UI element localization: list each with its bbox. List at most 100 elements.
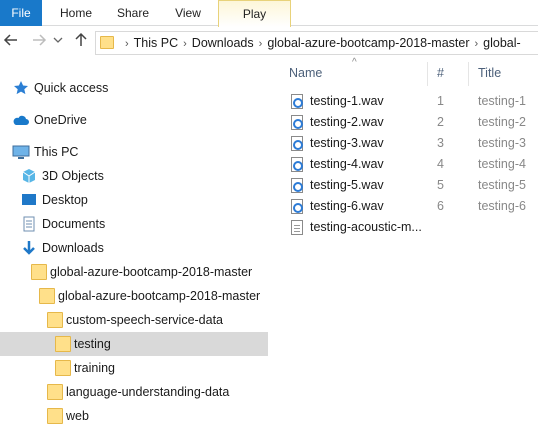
up-arrow-icon[interactable]	[72, 32, 90, 52]
breadcrumb-item[interactable]: This PC	[134, 36, 178, 50]
chevron-right-icon[interactable]: ›	[183, 33, 187, 54]
nav-label: Downloads	[42, 241, 104, 255]
nav-item-web[interactable]: web	[0, 404, 270, 428]
nav-label: Documents	[42, 217, 106, 231]
file-row[interactable]: testing-6.wav 6 testing-6	[270, 196, 538, 217]
nav-item-folder[interactable]: global-azure-bootcamp-2018-master	[0, 260, 270, 284]
file-name: testing-6.wav	[310, 199, 384, 213]
nav-label: Desktop	[42, 193, 88, 207]
column-divider[interactable]	[427, 62, 428, 86]
audio-file-icon	[291, 136, 303, 151]
folder-icon	[39, 288, 55, 304]
nav-label: testing	[74, 337, 111, 351]
file-title: testing-6	[478, 199, 526, 213]
tab-home[interactable]: Home	[48, 0, 104, 26]
desktop-icon	[21, 192, 37, 208]
file-name: testing-acoustic-m...	[310, 220, 422, 234]
file-row[interactable]: testing-2.wav 2 testing-2	[270, 112, 538, 133]
file-number: 5	[437, 178, 444, 192]
file-name: testing-2.wav	[310, 115, 384, 129]
nav-label: language-understanding-data	[66, 385, 230, 399]
file-row[interactable]: testing-1.wav 1 testing-1	[270, 91, 538, 112]
tab-play[interactable]: Play	[218, 0, 291, 27]
nav-item-downloads[interactable]: Downloads	[0, 236, 270, 260]
audio-file-icon	[291, 94, 303, 109]
navigation-pane: Quick access OneDrive This PC 3D Objects…	[0, 62, 270, 431]
chevron-right-icon[interactable]: ›	[475, 33, 479, 54]
nav-label: custom-speech-service-data	[66, 313, 224, 327]
cube-icon	[21, 168, 37, 184]
file-name: testing-5.wav	[310, 178, 384, 192]
folder-icon	[100, 36, 114, 49]
chevron-right-icon: ›	[125, 38, 129, 50]
file-title: testing-4	[478, 157, 526, 171]
nav-label: Quick access	[34, 81, 109, 95]
nav-item-folder[interactable]: language-understanding-data	[0, 380, 270, 404]
star-icon	[13, 80, 29, 96]
column-header-name[interactable]: Name	[289, 58, 429, 88]
file-row[interactable]: testing-4.wav 4 testing-4	[270, 154, 538, 175]
chevron-right-icon[interactable]: ›	[259, 33, 263, 54]
document-icon	[21, 216, 37, 232]
breadcrumb-item[interactable]: Downloads	[192, 36, 254, 50]
computer-icon	[12, 144, 30, 160]
audio-file-icon	[291, 115, 303, 130]
address-bar[interactable]: › This PC › Downloads › global-azure-bootcamp…	[95, 31, 538, 55]
folder-icon	[47, 408, 63, 424]
file-number: 4	[437, 157, 444, 171]
download-arrow-icon	[21, 240, 37, 256]
audio-file-icon	[291, 178, 303, 193]
nav-item-this-pc[interactable]: This PC	[0, 140, 270, 164]
back-arrow-icon[interactable]	[2, 32, 20, 52]
navigation-bar: › This PC › Downloads › global-azure-bootcamp…	[0, 27, 538, 59]
file-number: 1	[437, 94, 444, 108]
file-name: testing-4.wav	[310, 157, 384, 171]
chevron-down-icon[interactable]	[52, 32, 64, 52]
text-file-icon	[291, 220, 303, 235]
breadcrumb-item[interactable]: global-azure-bootcamp-2018-master	[267, 36, 469, 50]
breadcrumb: › This PC › Downloads › global-azure-bootcamp…	[120, 32, 521, 54]
nav-label: global-azure-bootcamp-2018-master	[58, 289, 261, 303]
nav-item-quick-access[interactable]: Quick access	[0, 76, 270, 100]
nav-item-folder[interactable]: global-azure-bootcamp-2018-master	[0, 284, 270, 308]
folder-icon	[55, 336, 71, 352]
file-number: 6	[437, 199, 444, 213]
file-number: 2	[437, 115, 444, 129]
tab-view[interactable]: View	[163, 0, 213, 26]
nav-item-folder[interactable]: custom-speech-service-data	[0, 308, 270, 332]
folder-icon	[47, 384, 63, 400]
file-title: testing-5	[478, 178, 526, 192]
nav-label: This PC	[34, 145, 79, 159]
nav-label: web	[66, 409, 89, 423]
tab-share[interactable]: Share	[108, 0, 158, 26]
forward-arrow-icon[interactable]	[30, 32, 48, 52]
nav-item-desktop[interactable]: Desktop	[0, 188, 270, 212]
nav-item-training[interactable]: training	[0, 356, 270, 380]
column-divider[interactable]	[468, 62, 469, 86]
file-name: testing-1.wav	[310, 94, 384, 108]
file-title: testing-2	[478, 115, 526, 129]
tab-file[interactable]: File	[0, 0, 42, 26]
folder-icon	[55, 360, 71, 376]
file-row[interactable]: testing-3.wav 3 testing-3	[270, 133, 538, 154]
nav-label: training	[74, 361, 115, 375]
column-header-title[interactable]: Title	[478, 58, 538, 88]
breadcrumb-item[interactable]: global-	[483, 36, 521, 50]
nav-item-documents[interactable]: Documents	[0, 212, 270, 236]
file-title: testing-3	[478, 136, 526, 150]
nav-label: 3D Objects	[42, 169, 104, 183]
folder-icon	[47, 312, 63, 328]
nav-item-testing[interactable]: testing	[0, 332, 268, 356]
audio-file-icon	[291, 199, 303, 214]
file-number: 3	[437, 136, 444, 150]
file-row[interactable]: testing-acoustic-m...	[270, 217, 538, 238]
nav-item-onedrive[interactable]: OneDrive	[0, 108, 270, 132]
nav-label: global-azure-bootcamp-2018-master	[50, 265, 253, 279]
nav-label: OneDrive	[34, 113, 87, 127]
nav-item-3d-objects[interactable]: 3D Objects	[0, 164, 270, 188]
file-row[interactable]: testing-5.wav 5 testing-5	[270, 175, 538, 196]
file-name: testing-3.wav	[310, 136, 384, 150]
ribbon: File Home Share View Play	[0, 0, 538, 27]
file-title: testing-1	[478, 94, 526, 108]
column-header-number[interactable]: #	[437, 58, 467, 88]
